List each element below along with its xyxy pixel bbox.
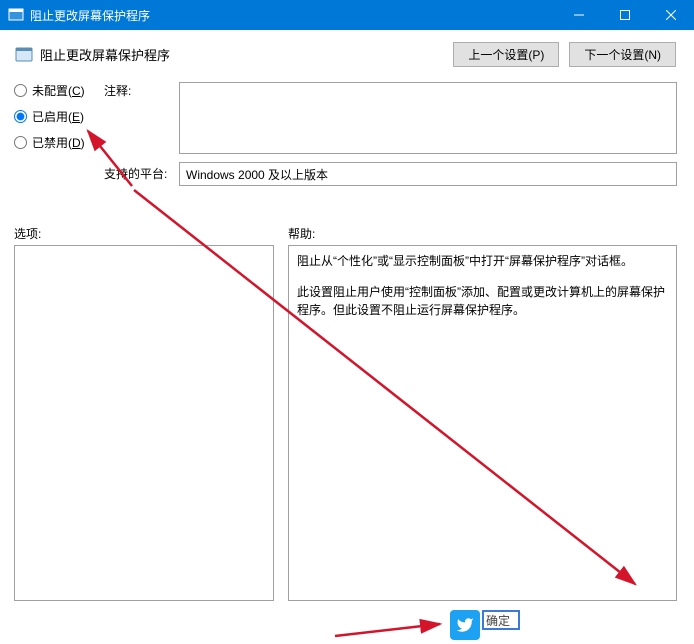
maximize-button[interactable] (602, 0, 648, 30)
window-icon (8, 7, 24, 23)
radio-enabled-input[interactable] (14, 110, 27, 123)
minimize-button[interactable] (556, 0, 602, 30)
footer-ok-text: 确定 (486, 612, 510, 629)
radio-disabled[interactable]: 已禁用(D) (14, 134, 85, 151)
state-radio-group: 未配置(C) 已启用(E) 已禁用(D) (14, 82, 85, 160)
radio-not-configured[interactable]: 未配置(C) (14, 82, 85, 99)
supported-platform-value: Windows 2000 及以上版本 (180, 163, 676, 186)
radio-not-configured-label: 未配置(C) (32, 82, 85, 99)
radio-disabled-input[interactable] (14, 136, 27, 149)
policy-icon (14, 45, 34, 65)
previous-setting-button[interactable]: 上一个设置(P) (453, 42, 559, 67)
twitter-icon (450, 610, 480, 640)
window-title: 阻止更改屏幕保护程序 (30, 7, 556, 24)
radio-enabled[interactable]: 已启用(E) (14, 108, 85, 125)
help-paragraph-1: 阻止从“个性化”或“显示控制面板”中打开“屏幕保护程序”对话框。 (297, 252, 668, 270)
radio-enabled-label: 已启用(E) (32, 108, 84, 125)
window-titlebar: 阻止更改屏幕保护程序 (0, 0, 694, 30)
policy-title: 阻止更改屏幕保护程序 (40, 45, 453, 64)
options-label: 选项: (14, 225, 41, 242)
supported-platform-box: Windows 2000 及以上版本 (179, 162, 677, 186)
radio-not-configured-input[interactable] (14, 84, 27, 97)
help-paragraph-2: 此设置阻止用户使用“控制面板”添加、配置或更改计算机上的屏幕保护程序。但此设置不… (297, 283, 668, 319)
next-setting-button[interactable]: 下一个设置(N) (569, 42, 676, 67)
close-button[interactable] (648, 0, 694, 30)
radio-disabled-label: 已禁用(D) (32, 134, 85, 151)
options-panel (14, 245, 274, 601)
help-label: 帮助: (288, 225, 315, 242)
comment-textarea[interactable] (179, 82, 677, 154)
comment-label: 注释: (104, 82, 131, 99)
help-panel: 阻止从“个性化”或“显示控制面板”中打开“屏幕保护程序”对话框。 此设置阻止用户… (288, 245, 677, 601)
supported-platform-label: 支持的平台: (104, 165, 167, 182)
